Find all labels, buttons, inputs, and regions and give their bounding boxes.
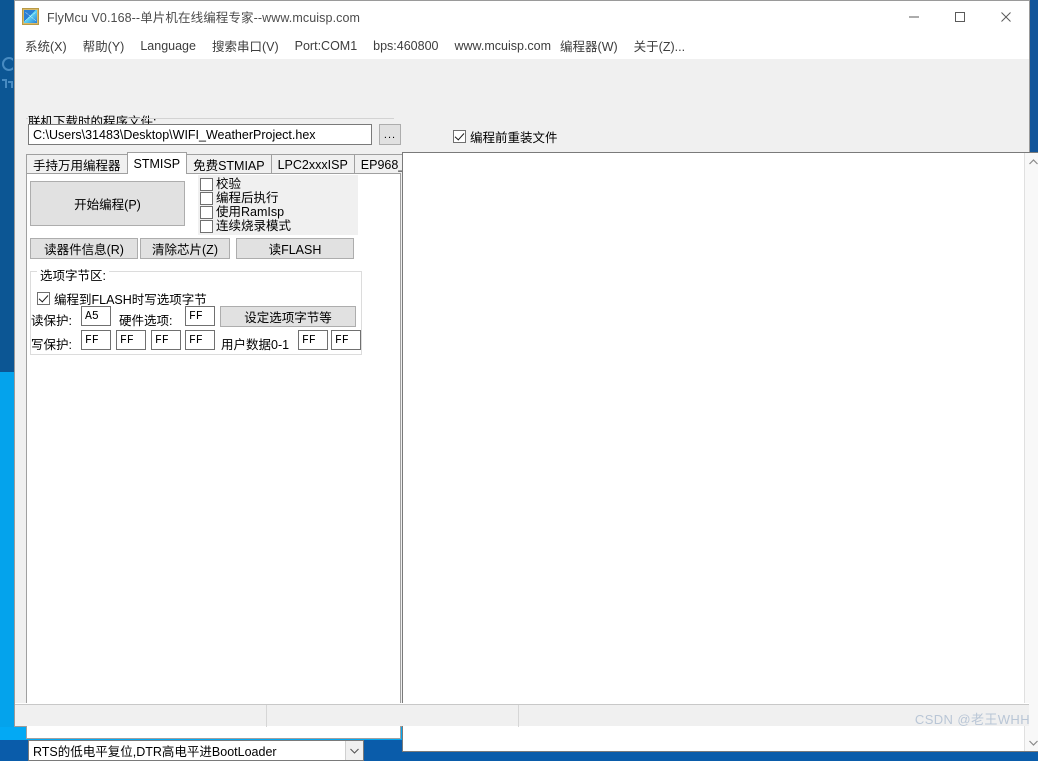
- set-option-bytes-button[interactable]: 设定选项字节等: [220, 306, 356, 327]
- checkbox-box: [200, 206, 213, 219]
- read-device-info-button[interactable]: 读器件信息(R): [30, 238, 138, 259]
- tab-strip: 手持万用编程器 STMISP 免费STMIAP LPC2xxxISP EP968…: [26, 152, 401, 174]
- window-controls: [891, 1, 1029, 32]
- menu-item-search-port[interactable]: 搜索串口(V): [212, 36, 279, 55]
- menu-item-programmer[interactable]: 编程器(W): [560, 36, 618, 55]
- log-output-pane[interactable]: [402, 152, 1038, 752]
- write-protect-value-3[interactable]: FF: [185, 330, 215, 350]
- write-protect-value-0[interactable]: FF: [81, 330, 111, 350]
- group-divider-left: [26, 118, 28, 119]
- chevron-up-icon[interactable]: [1025, 153, 1038, 170]
- csdn-watermark: CSDN @老王WHH: [915, 709, 1030, 728]
- erase-chip-button[interactable]: 清除芯片(Z): [140, 238, 230, 259]
- close-button[interactable]: [983, 1, 1029, 32]
- option-use-ramisp-label: 使用RamIsp: [216, 205, 284, 219]
- menu-item-bps[interactable]: bps:460800: [373, 39, 438, 53]
- statusbar-pane-2: [267, 705, 519, 727]
- user-data-value-1[interactable]: FF: [331, 330, 361, 350]
- option-continuous-burn-mode-label: 连续烧录模式: [216, 219, 291, 233]
- boot-mode-value: RTS的低电平复位,DTR高电平进BootLoader: [29, 741, 345, 760]
- user-data-label: 用户数据0-1: [221, 334, 289, 353]
- start-programming-button[interactable]: 开始编程(P): [30, 181, 185, 226]
- reload-before-program-checkbox[interactable]: 编程前重装文件: [453, 127, 558, 146]
- programming-options-group: 校验 编程后执行 使用RamIsp 连续烧录模式: [198, 175, 358, 235]
- tab-lpc2xxxisp[interactable]: LPC2xxxISP: [271, 154, 355, 174]
- minimize-button[interactable]: [891, 1, 937, 32]
- read-flash-button[interactable]: 读FLASH: [236, 238, 354, 259]
- tab-free-stmiap[interactable]: 免费STMIAP: [186, 154, 272, 174]
- option-verify[interactable]: 校验: [200, 177, 358, 191]
- menu-item-language[interactable]: Language: [140, 39, 196, 53]
- hardware-option-label: 硬件选项:: [119, 310, 172, 329]
- chevron-down-icon[interactable]: [345, 741, 363, 760]
- window-titlebar: FlyMcu V0.168--单片机在线编程专家--www.mcuisp.com: [15, 1, 1029, 33]
- write-option-bytes-checkbox[interactable]: 编程到FLASH时写选项字节: [37, 289, 207, 308]
- write-protect-value-2[interactable]: FF: [151, 330, 181, 350]
- option-continuous-burn-mode[interactable]: 连续烧录模式: [200, 219, 358, 233]
- option-run-after-program[interactable]: 编程后执行: [200, 191, 358, 205]
- checkbox-box: [200, 220, 213, 233]
- tab-stmisp[interactable]: STMISP: [127, 152, 188, 174]
- menu-item-about[interactable]: 关于(Z)...: [634, 36, 685, 55]
- checkbox-box: [200, 178, 213, 191]
- window-client-area: 联机下载时的程序文件: C:\Users\31483\Desktop\WIFI_…: [15, 58, 1029, 726]
- desktop-shortcut-icon[interactable]: [0, 52, 13, 98]
- read-protect-value[interactable]: A5: [81, 306, 111, 326]
- write-option-bytes-label: 编程到FLASH时写选项字节: [54, 289, 207, 308]
- option-run-after-program-label: 编程后执行: [216, 191, 279, 205]
- program-file-path-input[interactable]: C:\Users\31483\Desktop\WIFI_WeatherProje…: [28, 124, 372, 145]
- statusbar: [15, 704, 1029, 726]
- group-divider: [122, 118, 394, 119]
- chevron-down-icon[interactable]: [1025, 734, 1038, 751]
- option-bytes-group-title: 选项字节区:: [37, 265, 109, 284]
- flymcu-main-window: FlyMcu V0.168--单片机在线编程专家--www.mcuisp.com: [14, 0, 1030, 727]
- boot-mode-combobox[interactable]: RTS的低电平复位,DTR高电平进BootLoader: [28, 740, 364, 761]
- write-protect-value-1[interactable]: FF: [116, 330, 146, 350]
- checkbox-box: [453, 130, 466, 143]
- reload-before-program-label: 编程前重装文件: [470, 127, 558, 146]
- tab-handheld-programmer[interactable]: 手持万用编程器: [26, 154, 128, 174]
- menu-item-website[interactable]: www.mcuisp.com: [455, 39, 552, 53]
- log-output-text: [403, 153, 1024, 751]
- statusbar-pane-1: [15, 705, 267, 727]
- write-protect-label: 写保护:: [31, 334, 72, 353]
- maximize-button[interactable]: [937, 1, 983, 32]
- option-verify-label: 校验: [216, 177, 241, 191]
- read-protect-label: 读保护:: [31, 310, 72, 329]
- hardware-option-value[interactable]: FF: [185, 306, 215, 326]
- browse-file-button[interactable]: ...: [379, 124, 401, 145]
- user-data-value-0[interactable]: FF: [298, 330, 328, 350]
- option-use-ramisp[interactable]: 使用RamIsp: [200, 205, 358, 219]
- menu-item-help[interactable]: 帮助(Y): [83, 36, 125, 55]
- menubar: 系统(X) 帮助(Y) Language 搜索串口(V) Port:COM1 b…: [15, 33, 1029, 58]
- checkbox-box: [200, 192, 213, 205]
- window-title: FlyMcu V0.168--单片机在线编程专家--www.mcuisp.com: [47, 7, 360, 26]
- menu-item-system[interactable]: 系统(X): [25, 36, 67, 55]
- menu-item-port[interactable]: Port:COM1: [295, 39, 358, 53]
- log-scrollbar[interactable]: [1024, 153, 1038, 751]
- desktop-cyan-left-strip: [0, 372, 14, 727]
- flymcu-app-icon: [22, 8, 39, 25]
- checkbox-box: [37, 292, 50, 305]
